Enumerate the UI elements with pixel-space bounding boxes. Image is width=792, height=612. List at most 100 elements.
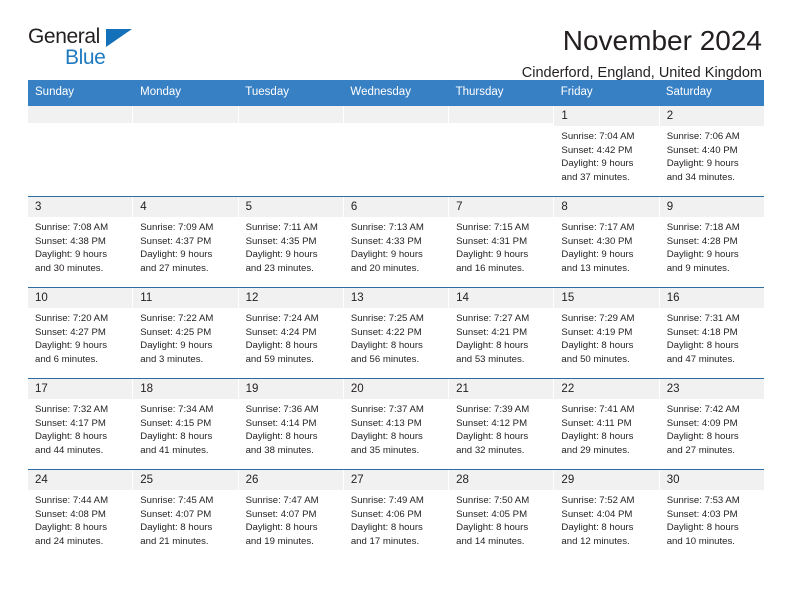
day-number: 8: [554, 196, 659, 217]
sunrise-text: Sunrise: 7:53 AM: [666, 494, 740, 506]
calendar-day-cell-empty: [28, 105, 133, 196]
calendar-day-cell[interactable]: 12 Sunrise: 7:24 AM Sunset: 4:24 PM Dayligh…: [238, 287, 343, 378]
calendar-day-cell[interactable]: 23 Sunrise: 7:42 AM Sunset: 4:09 PM Dayligh…: [659, 378, 764, 469]
day-sun-info: Sunrise: 7:27 AM Sunset: 4:21 PM Daylight:…: [449, 308, 553, 366]
sunset-text: Sunset: 4:17 PM: [35, 417, 106, 429]
daylight-text-line1: Daylight: 8 hours: [456, 431, 529, 443]
sunrise-text: Sunrise: 7:42 AM: [666, 403, 740, 415]
sunrise-text: Sunrise: 7:04 AM: [561, 130, 635, 142]
sunrise-text: Sunrise: 7:27 AM: [456, 312, 530, 324]
calendar-day-cell[interactable]: 15 Sunrise: 7:29 AM Sunset: 4:19 PM Dayligh…: [554, 287, 659, 378]
calendar-day-cell-empty: [449, 105, 554, 196]
day-number: 22: [554, 378, 659, 399]
calendar-week-row: 17 Sunrise: 7:32 AM Sunset: 4:17 PM Dayligh…: [28, 377, 764, 469]
calendar-day-cell[interactable]: 21 Sunrise: 7:39 AM Sunset: 4:12 PM Dayligh…: [449, 378, 554, 469]
general-blue-logo[interactable]: General Blue: [28, 26, 148, 74]
day-sun-info: Sunrise: 7:53 AM Sunset: 4:03 PM Daylight:…: [660, 490, 764, 548]
calendar-day-cell[interactable]: 25 Sunrise: 7:45 AM Sunset: 4:07 PM Dayligh…: [133, 469, 238, 560]
daylight-text-line1: Daylight: 8 hours: [666, 340, 739, 352]
day-number: 21: [449, 378, 554, 399]
day-sun-info: Sunrise: 7:15 AM Sunset: 4:31 PM Daylight:…: [449, 217, 553, 275]
calendar-day-cell[interactable]: 11 Sunrise: 7:22 AM Sunset: 4:25 PM Dayligh…: [133, 287, 238, 378]
day-sun-info: Sunrise: 7:37 AM Sunset: 4:13 PM Daylight:…: [344, 399, 448, 457]
daylight-text-line2: and 34 minutes.: [666, 171, 735, 183]
day-sun-info: Sunrise: 7:11 AM Sunset: 4:35 PM Daylight:…: [239, 217, 343, 275]
calendar-day-cell[interactable]: 27 Sunrise: 7:49 AM Sunset: 4:06 PM Dayligh…: [343, 469, 449, 560]
calendar-day-cell[interactable]: 4 Sunrise: 7:09 AM Sunset: 4:37 PM Daylight…: [133, 196, 238, 287]
calendar-day-cell[interactable]: 10 Sunrise: 7:20 AM Sunset: 4:27 PM Dayligh…: [28, 287, 133, 378]
daylight-text-line1: Daylight: 9 hours: [666, 249, 739, 261]
calendar-day-cell[interactable]: 18 Sunrise: 7:34 AM Sunset: 4:15 PM Dayligh…: [133, 378, 238, 469]
calendar-day-cell[interactable]: 1 Sunrise: 7:04 AM Sunset: 4:42 PM Daylight…: [554, 105, 659, 196]
day-sun-info: Sunrise: 7:06 AM Sunset: 4:40 PM Daylight:…: [660, 126, 764, 184]
day-number: 9: [659, 196, 764, 217]
sunset-text: Sunset: 4:09 PM: [666, 417, 738, 429]
day-number: [238, 105, 343, 123]
calendar-day-cell[interactable]: 30 Sunrise: 7:53 AM Sunset: 4:03 PM Dayligh…: [659, 469, 764, 560]
sunset-text: Sunset: 4:21 PM: [456, 326, 528, 338]
calendar-day-cell[interactable]: 29 Sunrise: 7:52 AM Sunset: 4:04 PM Dayligh…: [554, 469, 659, 560]
calendar-day-cell[interactable]: 3 Sunrise: 7:08 AM Sunset: 4:38 PM Daylight…: [28, 196, 133, 287]
calendar-day-cell[interactable]: 5 Sunrise: 7:11 AM Sunset: 4:35 PM Daylight…: [238, 196, 343, 287]
calendar-day-cell-empty: [133, 105, 238, 196]
sunset-text: Sunset: 4:33 PM: [350, 235, 422, 247]
calendar-day-cell[interactable]: 2 Sunrise: 7:06 AM Sunset: 4:40 PM Daylight…: [659, 105, 764, 196]
day-sun-info: Sunrise: 7:39 AM Sunset: 4:12 PM Daylight:…: [449, 399, 553, 457]
daylight-text-line2: and 14 minutes.: [456, 535, 525, 547]
sunset-text: Sunset: 4:04 PM: [561, 508, 633, 520]
daylight-text-line2: and 35 minutes.: [350, 444, 420, 456]
daylight-text-line2: and 37 minutes.: [561, 171, 630, 183]
daylight-text-line1: Daylight: 8 hours: [456, 340, 529, 352]
sunset-text: Sunset: 4:07 PM: [140, 508, 212, 520]
sunrise-text: Sunrise: 7:52 AM: [561, 494, 635, 506]
calendar-day-cell[interactable]: 22 Sunrise: 7:41 AM Sunset: 4:11 PM Dayligh…: [554, 378, 659, 469]
day-sun-info: Sunrise: 7:13 AM Sunset: 4:33 PM Daylight:…: [344, 217, 448, 275]
calendar-day-cell[interactable]: 6 Sunrise: 7:13 AM Sunset: 4:33 PM Daylight…: [343, 196, 449, 287]
sunset-text: Sunset: 4:28 PM: [666, 235, 738, 247]
sunset-text: Sunset: 4:37 PM: [140, 235, 212, 247]
sunset-text: Sunset: 4:24 PM: [245, 326, 317, 338]
day-sun-info: Sunrise: 7:32 AM Sunset: 4:17 PM Daylight:…: [28, 399, 132, 457]
calendar-day-cell[interactable]: 26 Sunrise: 7:47 AM Sunset: 4:07 PM Dayligh…: [238, 469, 343, 560]
sunset-text: Sunset: 4:38 PM: [35, 235, 106, 247]
calendar-day-cell[interactable]: 17 Sunrise: 7:32 AM Sunset: 4:17 PM Dayligh…: [28, 378, 133, 469]
calendar-day-cell[interactable]: 16 Sunrise: 7:31 AM Sunset: 4:18 PM Dayligh…: [659, 287, 764, 378]
day-sun-info: Sunrise: 7:29 AM Sunset: 4:19 PM Daylight:…: [554, 308, 658, 366]
sunrise-text: Sunrise: 7:31 AM: [666, 312, 740, 324]
calendar-day-cell[interactable]: 19 Sunrise: 7:36 AM Sunset: 4:14 PM Dayligh…: [238, 378, 343, 469]
calendar-day-cell[interactable]: 8 Sunrise: 7:17 AM Sunset: 4:30 PM Daylight…: [554, 196, 659, 287]
calendar-day-cell[interactable]: 28 Sunrise: 7:50 AM Sunset: 4:05 PM Dayligh…: [449, 469, 554, 560]
daylight-text-line2: and 3 minutes.: [140, 353, 204, 365]
calendar-day-cell[interactable]: 20 Sunrise: 7:37 AM Sunset: 4:13 PM Dayligh…: [343, 378, 449, 469]
sunset-text: Sunset: 4:18 PM: [666, 326, 738, 338]
sunset-text: Sunset: 4:30 PM: [561, 235, 633, 247]
day-sun-info: Sunrise: 7:41 AM Sunset: 4:11 PM Daylight:…: [554, 399, 658, 457]
daylight-text-line1: Daylight: 8 hours: [666, 431, 739, 443]
sunset-text: Sunset: 4:03 PM: [666, 508, 738, 520]
weekday-header-tuesday: Tuesday: [245, 86, 289, 98]
calendar-day-cell[interactable]: 9 Sunrise: 7:18 AM Sunset: 4:28 PM Daylight…: [659, 196, 764, 287]
daylight-text-line1: Daylight: 8 hours: [245, 431, 318, 443]
daylight-text-line1: Daylight: 8 hours: [456, 522, 529, 534]
calendar-day-cell[interactable]: 7 Sunrise: 7:15 AM Sunset: 4:31 PM Daylight…: [449, 196, 554, 287]
daylight-text-line1: Daylight: 8 hours: [666, 522, 739, 534]
day-number: 11: [133, 287, 238, 308]
day-number: 6: [343, 196, 449, 217]
calendar-day-cell[interactable]: 13 Sunrise: 7:25 AM Sunset: 4:22 PM Dayligh…: [343, 287, 449, 378]
daylight-text-line1: Daylight: 9 hours: [140, 249, 213, 261]
day-number: 18: [133, 378, 238, 399]
day-sun-info: Sunrise: 7:47 AM Sunset: 4:07 PM Daylight:…: [239, 490, 343, 548]
sunrise-text: Sunrise: 7:24 AM: [245, 312, 319, 324]
day-number: 5: [238, 196, 343, 217]
daylight-text-line2: and 19 minutes.: [245, 535, 314, 547]
daylight-text-line2: and 13 minutes.: [561, 262, 630, 274]
daylight-text-line2: and 6 minutes.: [35, 353, 98, 365]
sunrise-text: Sunrise: 7:49 AM: [350, 494, 424, 506]
calendar-day-cell[interactable]: 24 Sunrise: 7:44 AM Sunset: 4:08 PM Dayligh…: [28, 469, 133, 560]
sunset-text: Sunset: 4:40 PM: [666, 144, 738, 156]
day-sun-info: Sunrise: 7:36 AM Sunset: 4:14 PM Daylight:…: [239, 399, 343, 457]
daylight-text-line2: and 56 minutes.: [350, 353, 420, 365]
day-number: 10: [28, 287, 133, 308]
calendar-day-cell[interactable]: 14 Sunrise: 7:27 AM Sunset: 4:21 PM Dayligh…: [449, 287, 554, 378]
daylight-text-line2: and 59 minutes.: [245, 353, 314, 365]
